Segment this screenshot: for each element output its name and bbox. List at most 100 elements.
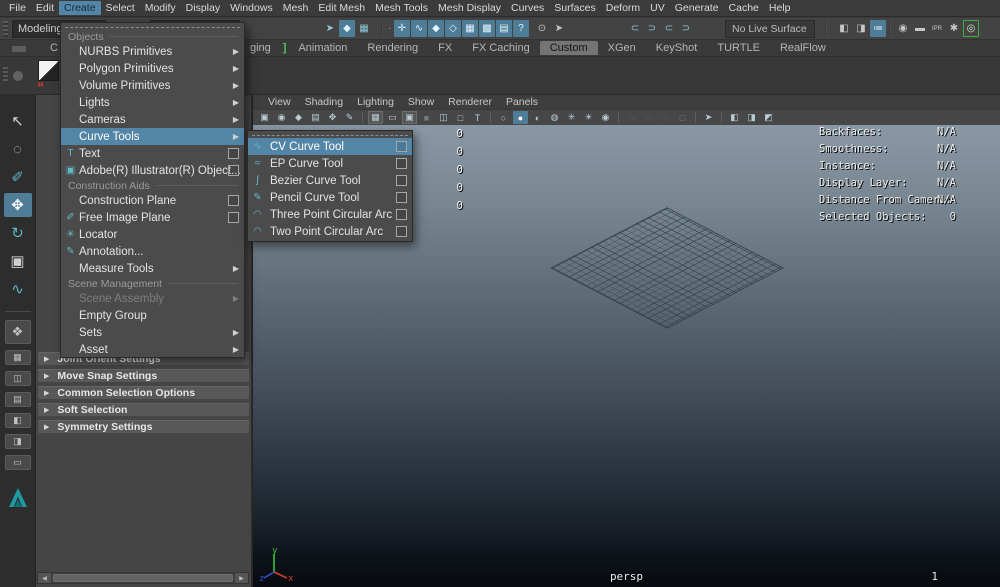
statusline-icon[interactable]: ◨ [853, 20, 869, 37]
menubar-item[interactable]: Help [764, 1, 796, 15]
layout-shortcut-button[interactable]: ◧ [5, 413, 31, 428]
panel-toolbar-icon[interactable]: ◍ [547, 111, 562, 124]
menu-item[interactable]: Construction Aids ▶ [61, 179, 244, 192]
panel-toolbar-icon[interactable]: ▣ [257, 111, 272, 124]
menu-item[interactable]: Scene Assembly ▶ [61, 290, 244, 307]
panel-toolbar-icon[interactable]: ☀ [581, 111, 596, 124]
layout-shortcut-button[interactable]: ▦ [5, 350, 31, 365]
collapsible-section-header[interactable]: ▶ Symmetry Settings [38, 420, 249, 433]
panel-toolbar-icon[interactable]: ■ [419, 111, 434, 124]
panel-toolbar-icon[interactable]: ◧ [727, 111, 742, 124]
shelf-tab[interactable]: ging [240, 41, 281, 55]
submenu-item[interactable]: ∿ CV Curve Tool [248, 138, 412, 155]
shelf-tab[interactable]: RealFlow [770, 41, 836, 55]
option-box[interactable] [396, 192, 407, 203]
panel-toolbar-icon[interactable]: ◨ [744, 111, 759, 124]
menu-item[interactable]: NURBS Primitives ▶ [61, 43, 244, 60]
panel-toolbar-icon[interactable]: ✎ [342, 111, 357, 124]
menu-item[interactable]: Curve Tools ▶ [61, 128, 244, 145]
panel-toolbar-icon[interactable]: ○ [496, 111, 511, 124]
statusline-icon[interactable]: ⊃ [644, 20, 660, 37]
menubar-item[interactable]: Edit [31, 1, 59, 15]
statusline-icon[interactable]: ◎ [963, 20, 979, 37]
panel-toolbar-icon[interactable]: ◐ [530, 111, 545, 124]
statusline-icon[interactable]: ⊙ [534, 20, 550, 37]
menu-item[interactable]: Lights ▶ [61, 94, 244, 111]
panel-toolbar-icon[interactable]: ➤ [701, 111, 716, 124]
statusline-icon[interactable]: ≔ [870, 20, 886, 37]
menu-tearoff-handle[interactable] [65, 23, 240, 28]
panel-toolbar-icon[interactable]: ✥ [325, 111, 340, 124]
panel-toolbar-icon[interactable]: ◉ [598, 111, 613, 124]
statusline-icon[interactable]: ✛ [394, 20, 410, 37]
shelf-menu-button[interactable] [12, 46, 26, 52]
option-box[interactable] [396, 209, 407, 220]
panel-menu-item[interactable]: Show [401, 96, 441, 108]
menu-item[interactable]: Measure Tools ▶ [61, 260, 244, 277]
panel-toolbar-icon[interactable]: ▭ [385, 111, 400, 124]
submenu-item[interactable]: ◠ Two Point Circular Arc [248, 223, 412, 240]
panel-toolbar-icon[interactable]: □ [453, 111, 468, 124]
option-box[interactable] [396, 158, 407, 169]
panel-toolbar-icon[interactable]: ◫ [436, 111, 451, 124]
panel-toolbar-icon[interactable] [618, 112, 619, 123]
option-box[interactable] [396, 141, 407, 152]
panel-toolbar-icon[interactable]: T [470, 111, 485, 124]
statusline-icon[interactable]: ◆ [339, 20, 355, 37]
statusline-icon[interactable]: ⊂ [627, 20, 643, 37]
menu-tearoff-handle[interactable] [252, 131, 408, 136]
menubar-item[interactable]: Display [181, 1, 225, 15]
statusline-icon[interactable]: · [387, 20, 393, 37]
panel-toolbar-icon[interactable]: ◌ [658, 111, 673, 124]
shelf-tab[interactable]: Animation [288, 41, 357, 55]
statusline-icon[interactable]: ▦ [356, 20, 372, 37]
menubar-item[interactable]: Curves [506, 1, 549, 15]
live-surface-field[interactable]: No Live Surface [725, 20, 815, 38]
submenu-item[interactable]: ʃ Bezier Curve Tool [248, 172, 412, 189]
statusline-grip[interactable] [3, 21, 8, 37]
option-box[interactable] [228, 212, 239, 223]
horizontal-scrollbar[interactable]: ◀ ▶ [37, 572, 249, 584]
panel-toolbar-icon[interactable]: ◆ [291, 111, 306, 124]
statusline-icon[interactable] [381, 21, 383, 37]
submenu-item[interactable]: ≈ EP Curve Tool [248, 155, 412, 172]
menubar-item[interactable]: Mesh Tools [370, 1, 433, 15]
menubar-item[interactable]: Surfaces [549, 1, 600, 15]
panel-toolbar-icon[interactable]: ◌ [624, 111, 639, 124]
menubar-item[interactable]: Windows [225, 1, 278, 15]
option-box[interactable] [228, 165, 239, 176]
menu-item[interactable]: Objects ▶ [61, 30, 244, 43]
menubar-item[interactable]: Mesh [278, 1, 314, 15]
panel-toolbar-icon[interactable]: ◩ [761, 111, 776, 124]
panel-toolbar-icon[interactable]: ◉ [274, 111, 289, 124]
shelf-tab[interactable]: TURTLE [707, 41, 770, 55]
collapsible-section-header[interactable]: ▶ Move Snap Settings [38, 369, 249, 382]
statusline-icon[interactable]: ◧ [836, 20, 852, 37]
statusline-icon[interactable]: ⊂ [661, 20, 677, 37]
panel-menu-item[interactable]: Lighting [350, 96, 401, 108]
menubar-item[interactable]: Select [101, 1, 140, 15]
menu-item[interactable]: Cameras ▶ [61, 111, 244, 128]
menubar-item[interactable]: Edit Mesh [313, 1, 370, 15]
statusline-icon[interactable]: ? [513, 20, 529, 37]
menu-item[interactable]: ✎ Annotation... ▶ [61, 243, 244, 260]
menu-item[interactable]: T Text ▶ [61, 145, 244, 162]
toolbox-tool-button[interactable]: ∿ [4, 277, 32, 301]
shelf-tab[interactable]: FX [428, 41, 462, 55]
panel-toolbar-icon[interactable] [721, 112, 722, 123]
shelf-tab[interactable]: Rendering [357, 41, 428, 55]
menubar-item[interactable]: Mesh Display [433, 1, 506, 15]
option-box[interactable] [228, 195, 239, 206]
collapsible-section-header[interactable]: ▶ Common Selection Options [38, 386, 249, 399]
menubar-item[interactable]: Deform [601, 1, 645, 15]
option-box[interactable] [396, 175, 407, 186]
statusline-icon[interactable]: ⊃ [678, 20, 694, 37]
panel-toolbar-icon[interactable] [695, 112, 696, 123]
menubar-item[interactable]: Modify [140, 1, 181, 15]
menubar-item[interactable]: Cache [724, 1, 764, 15]
layout-shortcut-button[interactable]: ❖ [5, 320, 31, 344]
shelf-tab[interactable]: KeyShot [646, 41, 708, 55]
statusline-icon[interactable]: IPR [929, 20, 945, 37]
submenu-item[interactable]: ✎ Pencil Curve Tool [248, 189, 412, 206]
panel-toolbar-icon[interactable]: ▦ [368, 111, 383, 124]
